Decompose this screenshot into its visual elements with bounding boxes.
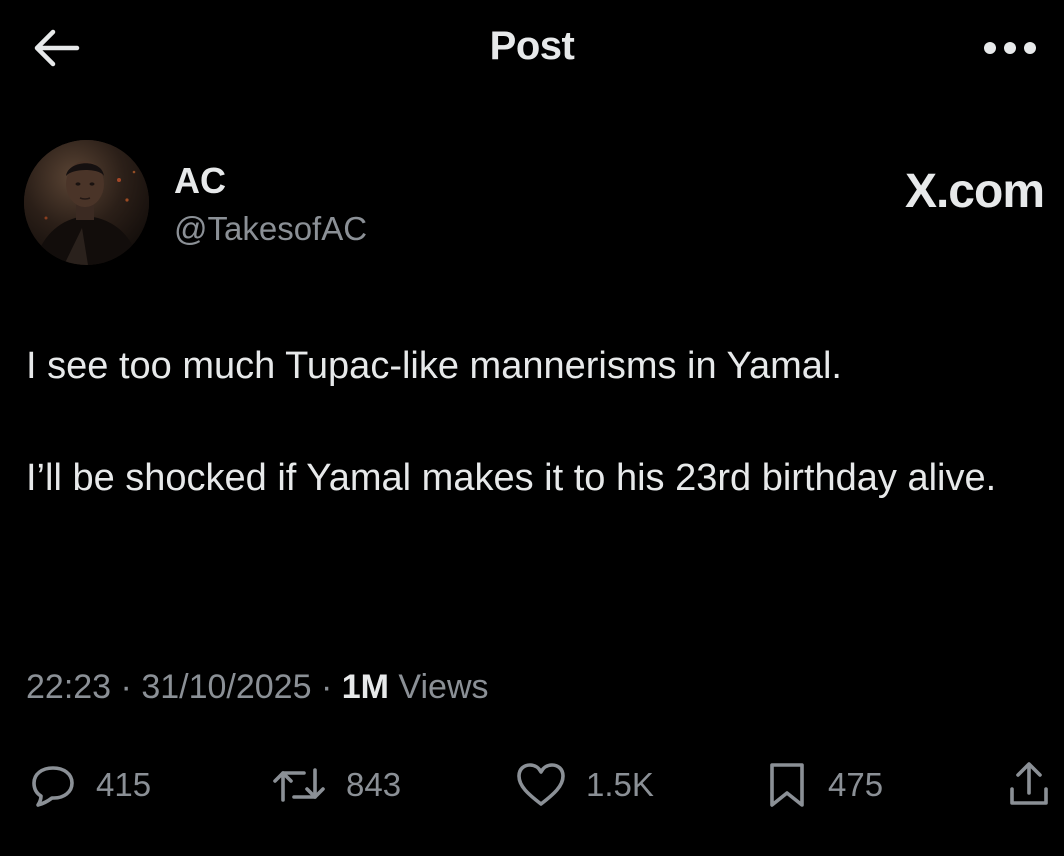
top-bar: Post xyxy=(0,0,1064,100)
like-count: 1.5K xyxy=(586,766,654,803)
post-time[interactable]: 22:23 xyxy=(26,668,111,706)
avatar-portrait xyxy=(24,140,149,265)
more-horizontal-icon xyxy=(984,42,1036,54)
x-com-watermark: X.com xyxy=(904,165,1045,218)
heart-icon xyxy=(517,763,565,806)
more-options-button[interactable] xyxy=(978,26,1042,70)
post-paragraph: I’ll be shocked if Yamal makes it to his… xyxy=(26,457,997,499)
views-count: 1M xyxy=(341,668,389,706)
bookmark-icon xyxy=(770,763,804,807)
meta-separator: · xyxy=(120,668,132,706)
bookmark-button[interactable]: 475 xyxy=(764,755,883,815)
page-title: Post xyxy=(489,24,575,68)
repost-icon xyxy=(273,768,325,802)
share-button[interactable] xyxy=(1006,755,1052,815)
author-display-name[interactable]: AC xyxy=(174,160,226,202)
like-button[interactable]: 1.5K xyxy=(514,755,654,815)
post-text: I see too much Tupac-like mannerisms in … xyxy=(26,338,1046,506)
post-date[interactable]: 31/10/2025 xyxy=(141,668,311,706)
reply-count: 415 xyxy=(96,766,152,803)
action-bar: 415 843 1.5K 475 xyxy=(24,755,1064,815)
post-paragraph: I see too much Tupac-like mannerisms in … xyxy=(26,345,842,387)
meta-separator: · xyxy=(320,668,333,706)
author-row: AC @TakesofAC X.com xyxy=(24,140,1045,270)
reply-button[interactable]: 415 xyxy=(28,755,151,815)
share-icon xyxy=(1010,762,1048,805)
repost-count: 843 xyxy=(346,766,402,803)
bookmark-count: 475 xyxy=(828,766,884,803)
repost-button[interactable]: 843 xyxy=(270,755,401,815)
post-meta: 22:23 · 31/10/2025 · 1M Views xyxy=(26,668,489,707)
views-label: Views xyxy=(398,668,489,706)
author-handle[interactable]: @TakesofAC xyxy=(174,210,367,248)
reply-icon xyxy=(32,766,74,807)
avatar[interactable] xyxy=(24,140,149,265)
